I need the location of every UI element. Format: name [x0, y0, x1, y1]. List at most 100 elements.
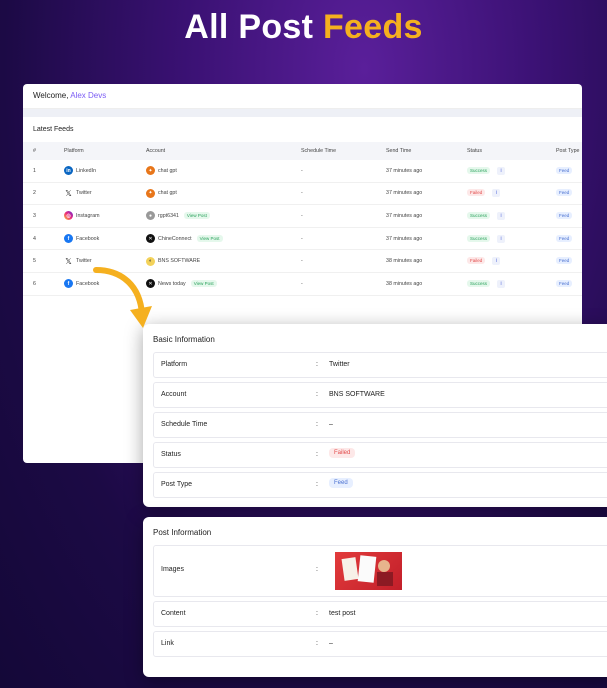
content-label: Content: [161, 610, 186, 617]
info-icon[interactable]: i: [497, 166, 506, 175]
info-icon[interactable]: i: [497, 234, 506, 243]
colon: :: [316, 451, 318, 458]
post-type-label: Post Type: [161, 481, 193, 488]
col-send-time: Send Time: [386, 142, 467, 160]
account-cell: ✕ News today View Post: [146, 272, 301, 296]
info-icon[interactable]: i: [497, 211, 506, 220]
post-type-cell: Feed: [556, 249, 582, 273]
view-post-link[interactable]: View Post: [190, 280, 217, 288]
platform-row: Platform : Twitter: [153, 352, 607, 378]
status-badge: Success: [467, 166, 491, 174]
link-row: Link : –: [153, 631, 607, 657]
content-value: test post: [329, 610, 356, 617]
row-number: 4: [23, 227, 64, 251]
table-row[interactable]: 2 𝕏 Twitter ✦ chat gpt -37 minutes ago Failed i…: [23, 182, 582, 206]
post-information-title: Post Information: [153, 528, 212, 537]
account-value: BNS SOFTWARE: [329, 391, 385, 398]
photo-card: [357, 555, 377, 583]
post-type-cell: Feed: [556, 227, 582, 251]
table-row[interactable]: 3 ◎ Instagram ● rgpt6341 View Post -37 minutes…: [23, 204, 582, 228]
post-type-badge: Feed: [556, 211, 573, 219]
page-hero-title: All Post Feeds: [0, 8, 607, 47]
photo-face: [378, 560, 390, 572]
latest-feeds-title: Latest Feeds: [33, 126, 74, 133]
platform-name: Facebook: [76, 235, 100, 242]
send-time-cell: 38 minutes ago: [386, 272, 467, 296]
post-type-cell: Feed: [556, 160, 582, 183]
account-wrap: ● rgpt6341 View Post: [146, 211, 301, 221]
view-post-link[interactable]: View Post: [183, 212, 210, 220]
send-time-cell: 38 minutes ago: [386, 249, 467, 273]
account-name: chat gpt: [158, 167, 177, 174]
post-type-cell: Feed: [556, 272, 582, 296]
curved-arrow-icon: [93, 267, 152, 328]
colon: :: [316, 421, 318, 428]
colon: :: [316, 610, 318, 617]
col-post-type: Post Type: [556, 142, 582, 160]
link-value: –: [329, 640, 333, 647]
basic-information-title: Basic Information: [153, 335, 215, 344]
row-number: 2: [23, 182, 64, 206]
info-icon[interactable]: i: [492, 257, 501, 266]
schedule-time-value: –: [329, 421, 333, 428]
schedule-time-label: Schedule Time: [161, 421, 208, 428]
status-cell: Success i: [467, 204, 556, 228]
status-badge: Success: [467, 279, 491, 287]
schedule-time-cell: -: [301, 249, 386, 273]
account-cell: ✦ chat gpt: [146, 182, 301, 206]
post-type-cell: Feed: [556, 204, 582, 228]
platform-cell: 𝕏 Twitter: [64, 182, 146, 206]
view-post-link[interactable]: View Post: [196, 235, 223, 243]
status-cell: Success i: [467, 160, 556, 183]
post-information-panel: Post Information Images : Content : test…: [143, 517, 607, 677]
status-badge: Failed: [467, 257, 486, 265]
account-row: Account : BNS SOFTWARE: [153, 382, 607, 408]
info-icon[interactable]: i: [497, 279, 506, 288]
post-type-badge: Feed: [556, 166, 573, 174]
colon: :: [316, 391, 318, 398]
content-row: Content : test post: [153, 601, 607, 627]
schedule-time-cell: -: [301, 204, 386, 228]
row-number: 1: [23, 160, 64, 183]
table-row[interactable]: 1 in LinkedIn ✦ chat gpt -37 minutes ago Succe…: [23, 160, 582, 183]
account-cell: ✦ chat gpt: [146, 160, 301, 183]
status-cell: Failed i: [467, 182, 556, 206]
platform-wrap: ◎ Instagram: [64, 211, 146, 221]
colon: :: [316, 481, 318, 488]
status-cell: Success i: [467, 227, 556, 251]
photo-card: [341, 557, 359, 581]
account-name: BNS SOFTWARE: [158, 258, 201, 265]
basic-information-panel: Basic Information Platform : Twitter Acc…: [143, 324, 607, 507]
table-header-row: # Platform Account Schedule Time Send Ti…: [23, 142, 582, 160]
table-row[interactable]: 4 f Facebook ✕ ChineConnect View Post -37 minu…: [23, 227, 582, 251]
platform-cell: in LinkedIn: [64, 160, 146, 183]
account-cell: ● rgpt6341 View Post: [146, 204, 301, 228]
status-badge: Failed: [467, 189, 486, 197]
status-value-wrap: Failed: [329, 448, 356, 458]
platform-name: Twitter: [76, 258, 92, 265]
schedule-time-cell: -: [301, 182, 386, 206]
col-status: Status: [467, 142, 556, 160]
post-image-thumbnail[interactable]: [335, 552, 402, 590]
colon: :: [316, 361, 318, 368]
platform-wrap: f Facebook: [64, 234, 146, 244]
status-badge: Failed: [329, 448, 356, 458]
schedule-time-row: Schedule Time : –: [153, 412, 607, 438]
account-wrap: ✕ News today View Post: [146, 279, 301, 289]
account-name: chat gpt: [158, 190, 177, 197]
platform-wrap: 𝕏 Twitter: [64, 257, 146, 266]
images-label: Images: [161, 566, 184, 573]
info-icon[interactable]: i: [492, 189, 501, 198]
account-avatar: ◐: [146, 256, 155, 266]
hero-title-highlight: Feeds: [322, 8, 423, 46]
row-number: 3: [23, 204, 64, 228]
row-number: 6: [23, 272, 64, 296]
schedule-time-cell: -: [301, 160, 386, 183]
schedule-time-cell: -: [301, 272, 386, 296]
platform-wrap: in LinkedIn: [64, 166, 146, 176]
instagram-icon: ◎: [64, 211, 73, 221]
account-label: Account: [161, 391, 187, 398]
schedule-time-cell: -: [301, 227, 386, 251]
account-name: News today: [158, 280, 186, 287]
post-type-value-wrap: Feed: [329, 478, 353, 488]
